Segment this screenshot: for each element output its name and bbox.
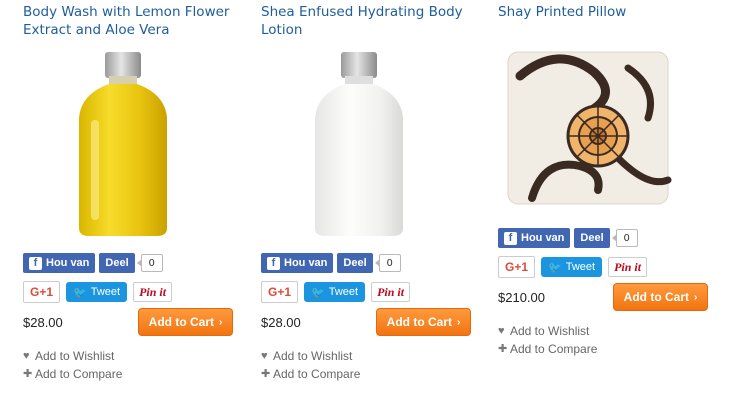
product-card: Shea Enfused Hydrating Body Lotion f Hou… bbox=[261, 0, 486, 383]
facebook-share-button[interactable]: Deel bbox=[337, 253, 373, 273]
tweet-button[interactable]: 🐦 Tweet bbox=[541, 257, 603, 277]
facebook-buttons: f Hou van Deel 0 bbox=[261, 253, 486, 273]
social-buttons: G+1 🐦 Tweet Pin it bbox=[261, 281, 486, 303]
share-count: 0 bbox=[611, 229, 638, 247]
product-links: ♥ Add to Wishlist ✚ Add to Compare bbox=[23, 347, 248, 383]
product-image[interactable] bbox=[261, 48, 471, 253]
product-price: $210.00 bbox=[498, 289, 545, 305]
plus-icon: ✚ bbox=[498, 343, 508, 355]
google-plus-button[interactable]: G+1 bbox=[23, 281, 60, 303]
add-to-compare-link[interactable]: ✚ Add to Compare bbox=[498, 340, 723, 358]
twitter-bird-icon: 🐦 bbox=[311, 286, 325, 299]
twitter-bird-icon: 🐦 bbox=[548, 261, 562, 274]
social-buttons: G+1 🐦 Tweet Pin it bbox=[23, 281, 248, 303]
google-plus-button[interactable]: G+1 bbox=[498, 256, 535, 278]
facebook-like-button[interactable]: f Hou van bbox=[498, 228, 571, 248]
add-to-wishlist-link[interactable]: ♥ Add to Wishlist bbox=[23, 347, 248, 365]
pin-it-button[interactable]: Pin it bbox=[608, 257, 648, 277]
product-image[interactable] bbox=[23, 48, 233, 253]
google-plus-button[interactable]: G+1 bbox=[261, 281, 298, 303]
product-links: ♥ Add to Wishlist ✚ Add to Compare bbox=[261, 347, 486, 383]
twitter-bird-icon: 🐦 bbox=[73, 286, 87, 299]
add-to-cart-button[interactable]: Add to Cart › bbox=[376, 308, 471, 336]
facebook-like-button[interactable]: f Hou van bbox=[261, 253, 334, 273]
facebook-like-button[interactable]: f Hou van bbox=[23, 253, 96, 273]
tweet-button[interactable]: 🐦 Tweet bbox=[66, 282, 128, 302]
product-card: Shay Printed Pillow f Hou van Deel 0 G+1 … bbox=[498, 0, 723, 358]
facebook-share-button[interactable]: Deel bbox=[574, 228, 610, 248]
product-title-link[interactable]: Body Wash with Lemon Flower Extract and … bbox=[23, 0, 248, 40]
facebook-share-button[interactable]: Deel bbox=[99, 253, 135, 273]
product-price: $28.00 bbox=[23, 314, 63, 330]
chevron-right-icon: › bbox=[456, 316, 461, 328]
add-to-cart-button[interactable]: Add to Cart › bbox=[613, 283, 708, 311]
pin-it-button[interactable]: Pin it bbox=[133, 282, 173, 302]
product-price: $28.00 bbox=[261, 314, 301, 330]
price-row: $28.00 Add to Cart › bbox=[261, 307, 471, 337]
facebook-icon: f bbox=[267, 256, 280, 270]
product-card: Body Wash with Lemon Flower Extract and … bbox=[23, 0, 248, 383]
chevron-right-icon: › bbox=[693, 291, 698, 303]
facebook-icon: f bbox=[504, 231, 517, 245]
facebook-buttons: f Hou van Deel 0 bbox=[498, 228, 723, 248]
heart-icon: ♥ bbox=[23, 350, 30, 362]
chevron-right-icon: › bbox=[218, 316, 223, 328]
add-to-wishlist-link[interactable]: ♥ Add to Wishlist bbox=[261, 347, 486, 365]
add-to-cart-button[interactable]: Add to Cart › bbox=[138, 308, 233, 336]
heart-icon: ♥ bbox=[261, 350, 268, 362]
add-to-compare-link[interactable]: ✚ Add to Compare bbox=[261, 365, 486, 383]
share-count: 0 bbox=[136, 254, 163, 272]
heart-icon: ♥ bbox=[498, 325, 505, 337]
social-buttons: G+1 🐦 Tweet Pin it bbox=[498, 256, 723, 278]
plus-icon: ✚ bbox=[23, 368, 33, 380]
product-title-link[interactable]: Shea Enfused Hydrating Body Lotion bbox=[261, 0, 486, 40]
add-to-compare-link[interactable]: ✚ Add to Compare bbox=[23, 365, 248, 383]
share-count: 0 bbox=[374, 254, 401, 272]
add-to-wishlist-link[interactable]: ♥ Add to Wishlist bbox=[498, 322, 723, 340]
plus-icon: ✚ bbox=[261, 368, 271, 380]
price-row: $210.00 Add to Cart › bbox=[498, 282, 708, 312]
product-links: ♥ Add to Wishlist ✚ Add to Compare bbox=[498, 322, 723, 358]
price-row: $28.00 Add to Cart › bbox=[23, 307, 233, 337]
pin-it-button[interactable]: Pin it bbox=[371, 282, 411, 302]
facebook-icon: f bbox=[29, 256, 42, 270]
product-image[interactable] bbox=[498, 48, 708, 228]
tweet-button[interactable]: 🐦 Tweet bbox=[304, 282, 366, 302]
facebook-buttons: f Hou van Deel 0 bbox=[23, 253, 248, 273]
product-title-link[interactable]: Shay Printed Pillow bbox=[498, 0, 723, 40]
